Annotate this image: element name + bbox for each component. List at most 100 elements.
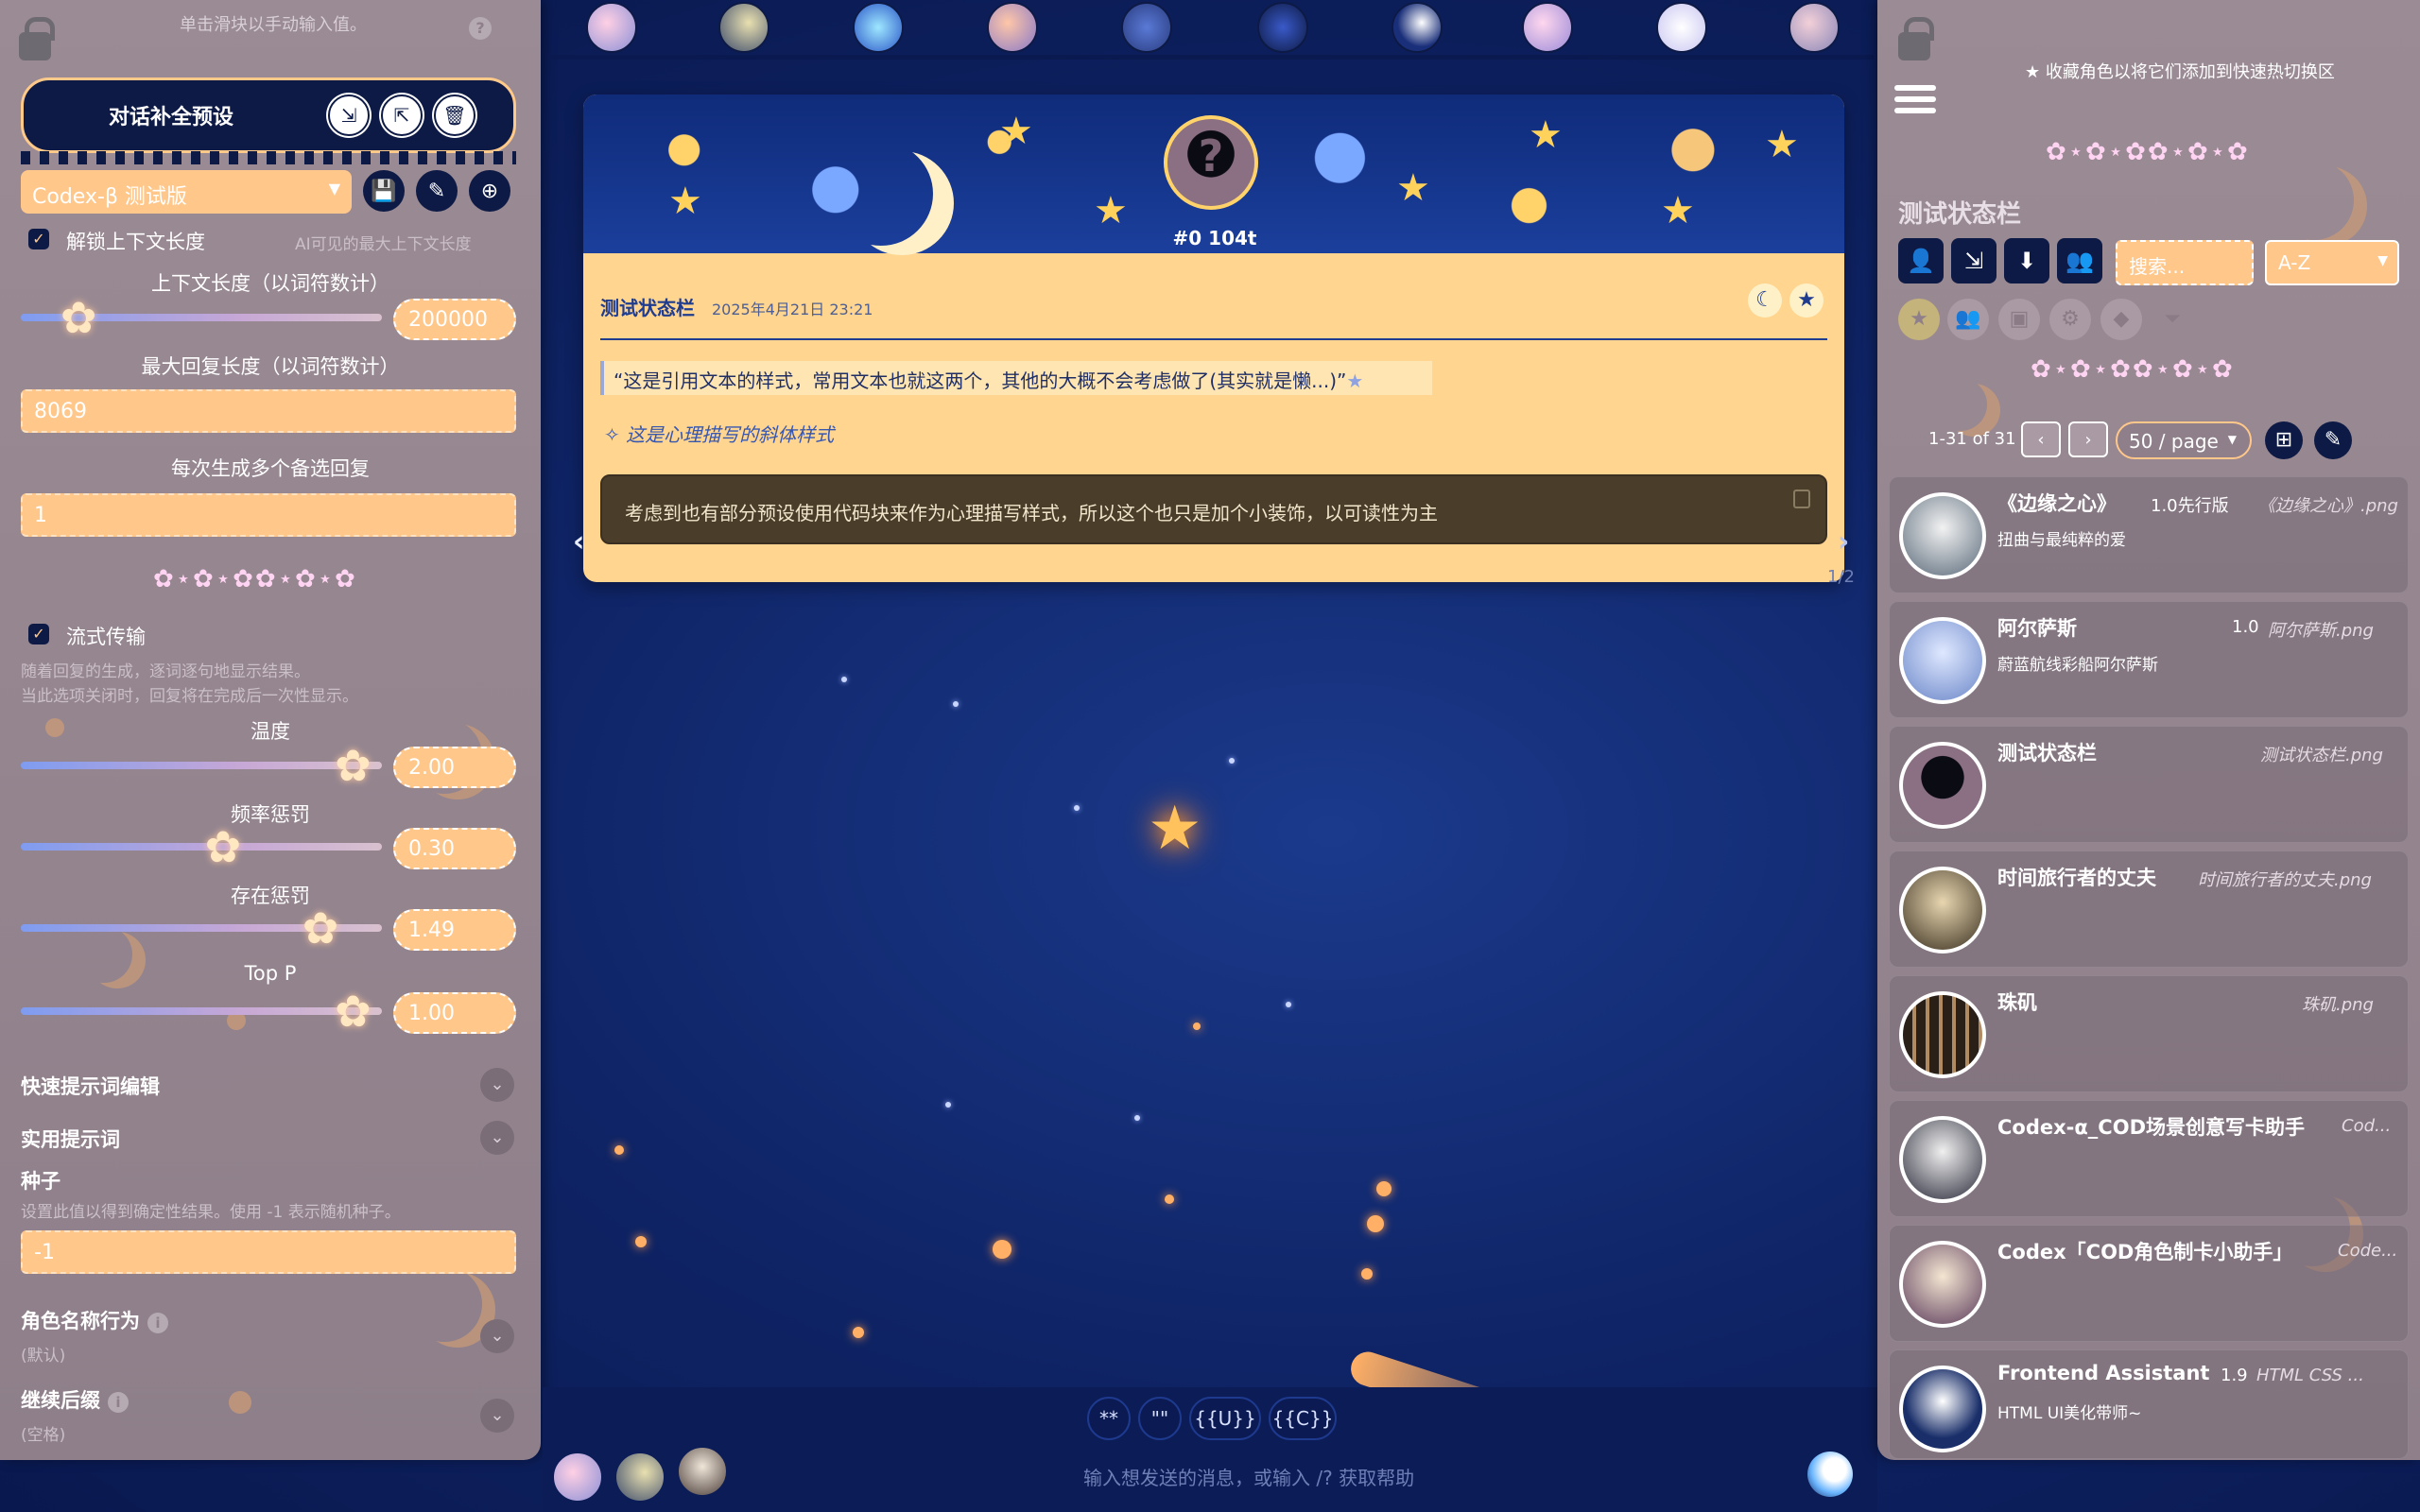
slider-thumb-star-icon[interactable]: ✿ [58,296,99,339]
new-preset-icon[interactable]: ⊕ [469,170,510,212]
moon-icon[interactable]: ☾ [1748,284,1782,318]
background-thumbnail[interactable] [853,2,904,53]
character-card[interactable]: 测试状态栏 测试状态栏.png [1889,726,2409,843]
next-page-button[interactable]: › [2068,421,2108,457]
chevron-down-icon[interactable]: ⌄ [480,1068,514,1102]
character-card[interactable]: 《边缘之心》 1.0先行版 《边缘之心》.png 扭曲与最纯粹的爱 [1889,476,2409,593]
swipes-input[interactable]: 1 [21,493,516,537]
lock-icon[interactable] [1898,17,1934,60]
character-card[interactable]: 时间旅行者的丈夫 时间旅行者的丈夫.png [1889,850,2409,968]
save-icon[interactable]: 💾 [363,170,405,212]
background-thumbnail[interactable] [1789,2,1840,53]
presence-penalty-label: 存在惩罚 [231,885,310,907]
clear-filter-icon[interactable]: ⏷ [2152,299,2193,340]
preset-select[interactable]: Codex-β 测试版 ▼ [21,170,352,214]
create-group-icon[interactable]: 👥 [2057,238,2102,284]
frequency-penalty-input[interactable]: 0.30 [393,828,516,869]
info-icon[interactable]: i [108,1392,129,1413]
temperature-slider[interactable] [21,762,382,769]
add-character-icon[interactable]: 👤 [1898,238,1944,284]
prev-page-button[interactable]: ‹ [2021,421,2061,457]
chevron-down-icon[interactable]: ⌄ [480,1121,514,1155]
character-search-input[interactable]: 搜索... [2116,240,2254,285]
presence-penalty-input[interactable]: 1.49 [393,909,516,951]
send-icon[interactable] [1807,1452,1853,1497]
background-thumbnail[interactable] [586,2,637,53]
char-name-behavior-value: (默认) [21,1347,66,1366]
copy-icon[interactable] [1793,490,1810,508]
user-avatar[interactable] [677,1446,728,1497]
background-thumbnail[interactable] [718,2,769,53]
background-thumbnail[interactable] [1257,2,1308,53]
tag-icon[interactable]: ◆ [2100,299,2142,340]
menu-icon[interactable] [1894,85,1936,117]
code-block: 考虑到也有部分预设使用代码块来作为心理描写样式，所以这个也只是加个小装饰，以可读… [600,474,1827,544]
chat-message: ★ ★ ★ ★ ★ ★ ★ ? #0 104t 测试状态栏 2025年4月21日… [583,94,1844,582]
lock-icon[interactable] [19,17,55,60]
quick-insert-quotes[interactable]: "" [1138,1397,1182,1440]
slider-hint: 单击滑块以手动输入值。 [180,15,367,35]
top-p-slider[interactable] [21,1007,382,1015]
character-card[interactable]: Codex「COD角色制卡小助手」 Code... [1889,1225,2409,1342]
star-icon: ★ [1094,189,1128,232]
quick-insert-user[interactable]: {{U}} [1189,1397,1261,1440]
background-star [1367,1215,1384,1232]
edit-icon[interactable]: ✎ [2314,421,2352,459]
slider-thumb-star-icon[interactable]: ✿ [332,744,373,787]
sort-select[interactable]: A-Z ▼ [2265,240,2399,285]
background-thumbnail[interactable] [1522,2,1573,53]
code-text: 考虑到也有部分预设使用代码块来作为心理描写样式，所以这个也只是加个小装饰，以可读… [625,502,1438,524]
character-card[interactable]: Codex-α_COD场景创意写卡助手 Cod... [1889,1100,2409,1217]
background-thumbnail[interactable] [1656,2,1707,53]
background-thumbnail[interactable] [1392,2,1443,53]
character-avatar[interactable]: ? [1164,115,1258,210]
chevron-down-icon[interactable]: ⌄ [480,1399,514,1433]
swipe-left-icon[interactable]: ‹ [573,525,584,558]
message-author[interactable]: 测试状态栏 [600,293,695,320]
menu-avatar[interactable] [614,1452,666,1503]
swipes-label: 每次生成多个备选回复 [171,457,370,480]
top-p-label: Top P [244,962,297,985]
frequency-penalty-label: 频率惩罚 [231,803,310,826]
background-thumbnail[interactable] [987,2,1038,53]
star-icon[interactable]: ★ [1789,284,1824,318]
seed-input[interactable]: -1 [21,1230,516,1274]
slider-thumb-star-icon[interactable]: ✿ [300,906,341,950]
folder-filter-icon[interactable]: ▣ [1998,299,2040,340]
groups-filter-icon[interactable]: 👥 [1947,299,1989,340]
edit-icon[interactable]: ✎ [416,170,458,212]
context-length-input[interactable]: 200000 [393,299,516,340]
character-card[interactable]: 阿尔萨斯 1.0 阿尔萨斯.png 蔚蓝航线彩船阿尔萨斯 [1889,601,2409,718]
message-input[interactable]: 输入想发送的消息，或输入 /? 获取帮助 [1083,1463,1414,1490]
unlock-context-checkbox[interactable]: ✓ [28,229,49,249]
quick-insert-bold[interactable]: ** [1087,1397,1131,1440]
character-card[interactable]: 珠矶 珠矶.png [1889,975,2409,1092]
gear-icon[interactable]: ⚙ [2049,299,2091,340]
character-card[interactable]: Frontend Assistant 1.9 HTML CSS ... HTML… [1889,1349,2409,1459]
stream-checkbox[interactable]: ✓ [28,624,49,644]
slider-thumb-star-icon[interactable]: ✿ [332,989,373,1033]
download-icon[interactable]: ⬇ [2004,238,2049,284]
grid-view-icon[interactable]: ⊞ [2265,421,2303,459]
quick-insert-char[interactable]: {{C}} [1269,1397,1337,1440]
trash-icon[interactable]: 🗑 [434,94,475,136]
character-version: 1.0 [2232,617,2259,637]
swipe-right-icon[interactable]: › [1838,525,1849,558]
quick-prompts-label[interactable]: 快速提示词编辑 [21,1072,160,1100]
import-character-icon[interactable]: ⇲ [1951,238,1996,284]
favorites-filter-icon[interactable]: ★ [1898,299,1940,340]
max-response-input[interactable]: 8069 [21,389,516,433]
export-preset-icon[interactable]: ⇱ [381,94,423,136]
help-icon[interactable]: ? [469,17,492,40]
background-thumbnail[interactable] [1121,2,1172,53]
chevron-down-icon[interactable]: ⌄ [480,1319,514,1353]
temperature-input[interactable]: 2.00 [393,747,516,788]
import-preset-icon[interactable]: ⇲ [328,94,370,136]
menu-avatar[interactable] [552,1452,603,1503]
utility-prompts-label[interactable]: 实用提示词 [21,1125,120,1153]
info-icon[interactable]: i [147,1313,168,1333]
page-size-select[interactable]: 50 / page ▼ [2116,421,2252,459]
character-description: HTML UI美化带师~ [1997,1404,2142,1423]
slider-thumb-star-icon[interactable]: ✿ [202,825,244,868]
top-p-input[interactable]: 1.00 [393,992,516,1034]
